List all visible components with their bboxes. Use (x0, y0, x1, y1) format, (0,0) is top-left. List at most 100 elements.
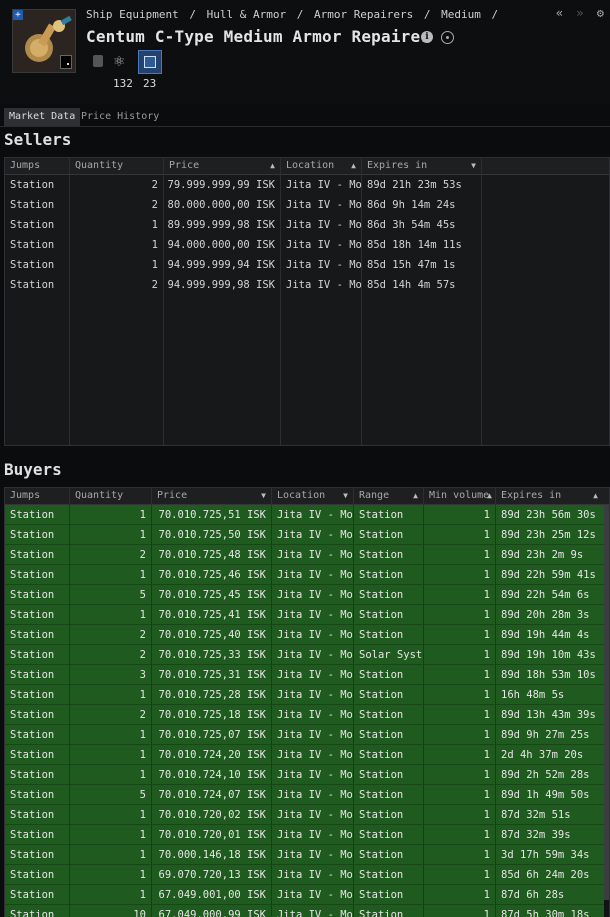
cell-expires: 89d 22h 54m 6s (501, 589, 590, 601)
cell-quantity: 5 (139, 789, 146, 801)
col-location[interactable]: Location ▼ (272, 488, 354, 504)
cell-expires: 86d 9h 14m 24s (367, 199, 456, 211)
cell-min-volume: 1 (483, 889, 490, 901)
cell-expires: 89d 13h 43m 39s (501, 709, 596, 721)
table-row[interactable]: Station 5 70.010.725,45 ISK Jita IV - Mo Sta… (5, 585, 609, 605)
col-min-volume[interactable]: Min volume ▲ (424, 488, 496, 504)
cell-location: Jita IV - Mo (286, 239, 362, 251)
column-divider[interactable] (353, 488, 354, 917)
table-row[interactable]: Station 1 70.010.725,46 ISK Jita IV - Mo Sta… (5, 565, 609, 585)
col-quantity[interactable]: Quantity (70, 158, 164, 174)
table-row[interactable]: Station 10 67.049.000,99 ISK Jita IV - Mo St… (5, 905, 609, 917)
sort-down-icon: ▼ (343, 491, 348, 500)
table-row[interactable]: Station 1 89.999.999,98 ISK Jita IV - Mo 86d… (5, 215, 609, 235)
cell-price: 70.010.725,51 ISK (158, 509, 266, 521)
cell-expires: 89d 2h 52m 28s (501, 769, 590, 781)
table-row[interactable]: Station 1 70.010.725,28 ISK Jita IV - Mo Sta… (5, 685, 609, 705)
table-row[interactable]: Station 5 70.010.724,07 ISK Jita IV - Mo Sta… (5, 785, 609, 805)
table-row[interactable]: Station 2 80.000.000,00 ISK Jita IV - Mo 86d… (5, 195, 609, 215)
col-expires[interactable]: Expires in ▲ (496, 488, 604, 504)
column-divider[interactable] (151, 488, 152, 917)
cell-min-volume: 1 (483, 649, 490, 661)
table-row[interactable]: Station 1 70.010.720,02 ISK Jita IV - Mo Sta… (5, 805, 609, 825)
cell-range: Station (359, 849, 404, 861)
cell-expires: 16h 48m 5s (501, 689, 565, 701)
chip-icon[interactable] (138, 50, 162, 74)
table-row[interactable]: Station 1 70.010.725,50 ISK Jita IV - Mo Sta… (5, 525, 609, 545)
cell-location: Jita IV - Mo (277, 889, 353, 901)
atom-icon[interactable]: ⚛ (114, 52, 132, 70)
table-row[interactable]: Station 1 94.000.000,00 ISK Jita IV - Mo 85d… (5, 235, 609, 255)
skill-book-icon[interactable] (90, 52, 108, 70)
item-icon[interactable]: + (12, 9, 76, 73)
cell-quantity: 1 (139, 769, 146, 781)
table-row[interactable]: Station 1 70.000.146,18 ISK Jita IV - Mo Sta… (5, 845, 609, 865)
cell-min-volume: 1 (483, 749, 490, 761)
cell-location: Jita IV - Mo (277, 549, 353, 561)
scrollbar-thumb[interactable] (604, 505, 609, 900)
breadcrumb-item[interactable]: Ship Equipment (86, 8, 179, 21)
col-jumps[interactable]: Jumps (5, 488, 70, 504)
cell-price: 70.010.725,07 ISK (158, 729, 266, 741)
show-in-map-icon[interactable] (441, 31, 454, 44)
table-row[interactable]: Station 1 70.010.725,41 ISK Jita IV - Mo Sta… (5, 605, 609, 625)
col-price[interactable]: Price ▼ (152, 488, 272, 504)
table-row[interactable]: Station 1 67.049.001,00 ISK Jita IV - Mo Sta… (5, 885, 609, 905)
col-location[interactable]: Location ▲ (281, 158, 362, 174)
column-divider[interactable] (495, 488, 496, 917)
gear-icon[interactable]: ⚙ (597, 6, 604, 20)
cell-expires: 89d 1h 49m 50s (501, 789, 590, 801)
col-expires[interactable]: Expires in ▼ (362, 158, 482, 174)
table-row[interactable]: Station 2 79.999.999,99 ISK Jita IV - Mo 89d… (5, 175, 609, 195)
cell-price: 94.999.999,94 ISK (167, 259, 275, 271)
cell-price: 94.999.999,98 ISK (167, 279, 275, 291)
cell-price: 70.010.725,45 ISK (158, 589, 266, 601)
cell-range: Station (359, 689, 404, 701)
table-row[interactable]: Station 1 69.070.720,13 ISK Jita IV - Mo Sta… (5, 865, 609, 885)
cell-min-volume: 1 (483, 829, 490, 841)
column-divider[interactable] (69, 488, 70, 917)
cell-range: Station (359, 749, 404, 761)
table-row[interactable]: Station 1 70.010.720,01 ISK Jita IV - Mo Sta… (5, 825, 609, 845)
cell-location: Jita IV - Mo (277, 789, 353, 801)
col-quantity[interactable]: Quantity (70, 488, 152, 504)
tab-market-data[interactable]: Market Data (4, 108, 81, 126)
breadcrumb-item[interactable]: Medium (441, 8, 481, 21)
breadcrumb-separator: / (491, 8, 499, 21)
breadcrumb-item[interactable]: Armor Repairers (314, 8, 413, 21)
sort-up-icon: ▲ (413, 491, 418, 500)
col-range[interactable]: Range ▲ (354, 488, 424, 504)
table-row[interactable]: Station 1 70.010.725,51 ISK Jita IV - Mo Sta… (5, 505, 609, 525)
cell-quantity: 1 (151, 259, 158, 271)
table-row[interactable]: Station 1 70.010.724,20 ISK Jita IV - Mo Sta… (5, 745, 609, 765)
back-arrow-icon[interactable]: « (556, 6, 563, 20)
table-row[interactable]: Station 1 70.010.725,07 ISK Jita IV - Mo Sta… (5, 725, 609, 745)
sort-down-icon: ▼ (471, 161, 476, 170)
expand-plus-icon[interactable]: + (13, 10, 23, 20)
table-row[interactable]: Station 2 70.010.725,40 ISK Jita IV - Mo Sta… (5, 625, 609, 645)
column-divider[interactable] (423, 488, 424, 917)
col-jumps[interactable]: Jumps (5, 158, 70, 174)
cell-expires: 3d 17h 59m 34s (501, 849, 590, 861)
table-row[interactable]: Station 2 70.010.725,18 ISK Jita IV - Mo Sta… (5, 705, 609, 725)
buyers-title: Buyers (4, 460, 62, 479)
cell-price: 70.010.720,02 ISK (158, 809, 266, 821)
tab-price-history[interactable]: Price History (76, 108, 164, 126)
column-divider[interactable] (271, 488, 272, 917)
cell-quantity: 1 (139, 529, 146, 541)
cell-min-volume: 1 (483, 869, 490, 881)
cell-price: 70.010.725,18 ISK (158, 709, 266, 721)
forward-arrow-icon[interactable]: » (576, 6, 583, 20)
table-row[interactable]: Station 2 70.010.725,48 ISK Jita IV - Mo Sta… (5, 545, 609, 565)
table-row[interactable]: Station 1 70.010.724,10 ISK Jita IV - Mo Sta… (5, 765, 609, 785)
cell-expires: 89d 19h 10m 43s (501, 649, 596, 661)
table-row[interactable]: Station 1 94.999.999,94 ISK Jita IV - Mo 85d… (5, 255, 609, 275)
col-price[interactable]: Price ▲ (164, 158, 281, 174)
table-row[interactable]: Station 2 94.999.999,98 ISK Jita IV - Mo 85d… (5, 275, 609, 295)
cell-quantity: 10 (133, 909, 146, 917)
breadcrumb-item[interactable]: Hull & Armor (207, 8, 286, 21)
nav-controls: « » ⚙ (550, 6, 604, 20)
info-icon[interactable]: i (421, 31, 433, 43)
table-row[interactable]: Station 2 70.010.725,33 ISK Jita IV - Mo Sol… (5, 645, 609, 665)
table-row[interactable]: Station 3 70.010.725,31 ISK Jita IV - Mo Sta… (5, 665, 609, 685)
